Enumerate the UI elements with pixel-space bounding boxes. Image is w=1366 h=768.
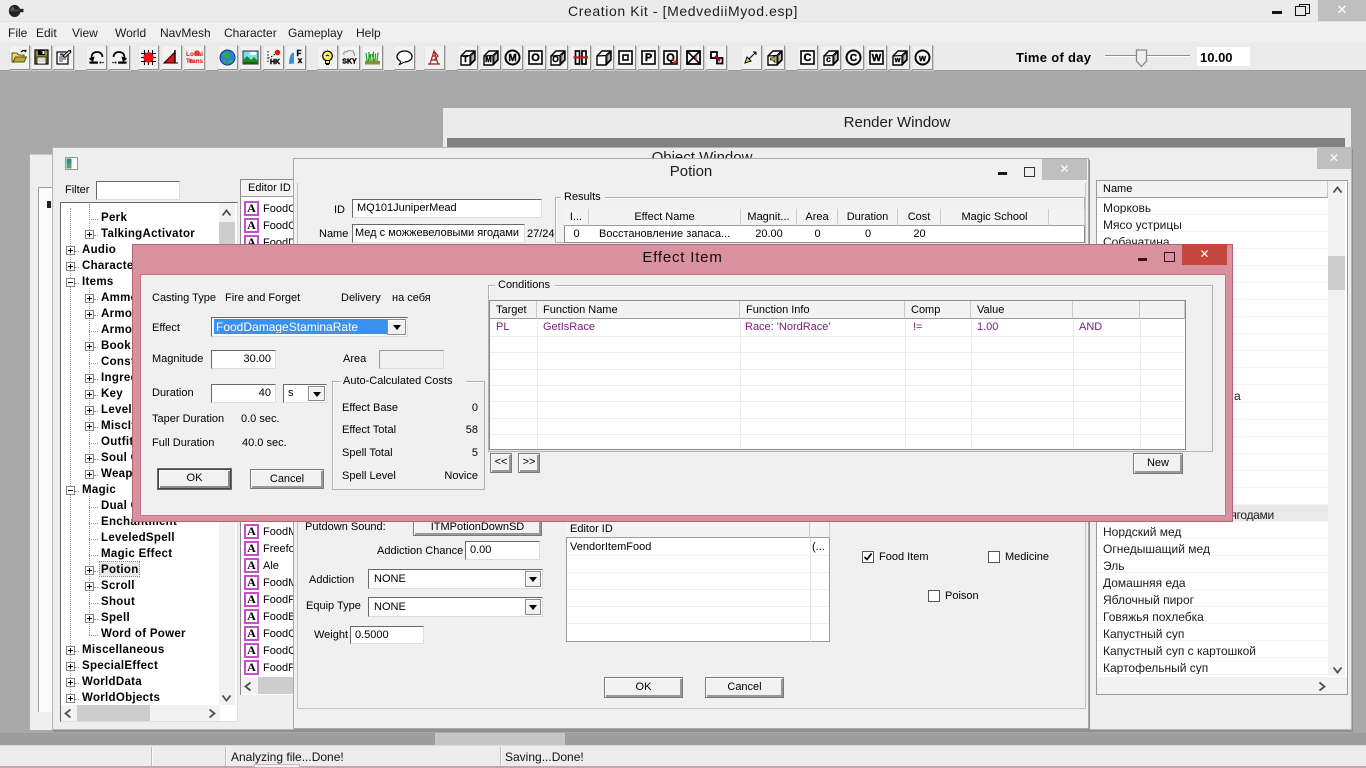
svg-text:c: c xyxy=(826,54,831,64)
svg-text:HK: HK xyxy=(270,59,280,66)
svg-text:W: W xyxy=(872,53,882,64)
svg-text:O: O xyxy=(531,52,540,64)
svg-text:C: C xyxy=(804,52,812,64)
svg-text:Trans: Trans xyxy=(186,58,204,65)
svg-text:SKY: SKY xyxy=(342,59,357,66)
svg-text:w: w xyxy=(918,53,927,63)
svg-text:O: O xyxy=(552,54,559,64)
svg-text:T: T xyxy=(463,54,469,64)
svg-text:w: w xyxy=(894,55,901,64)
svg-text:M: M xyxy=(508,53,516,64)
svg-text:C: C xyxy=(850,53,857,64)
svg-text:Q: Q xyxy=(666,52,675,64)
svg-text:x: x xyxy=(298,56,303,65)
svg-text:M: M xyxy=(485,55,492,64)
svg-text:P: P xyxy=(645,52,652,64)
